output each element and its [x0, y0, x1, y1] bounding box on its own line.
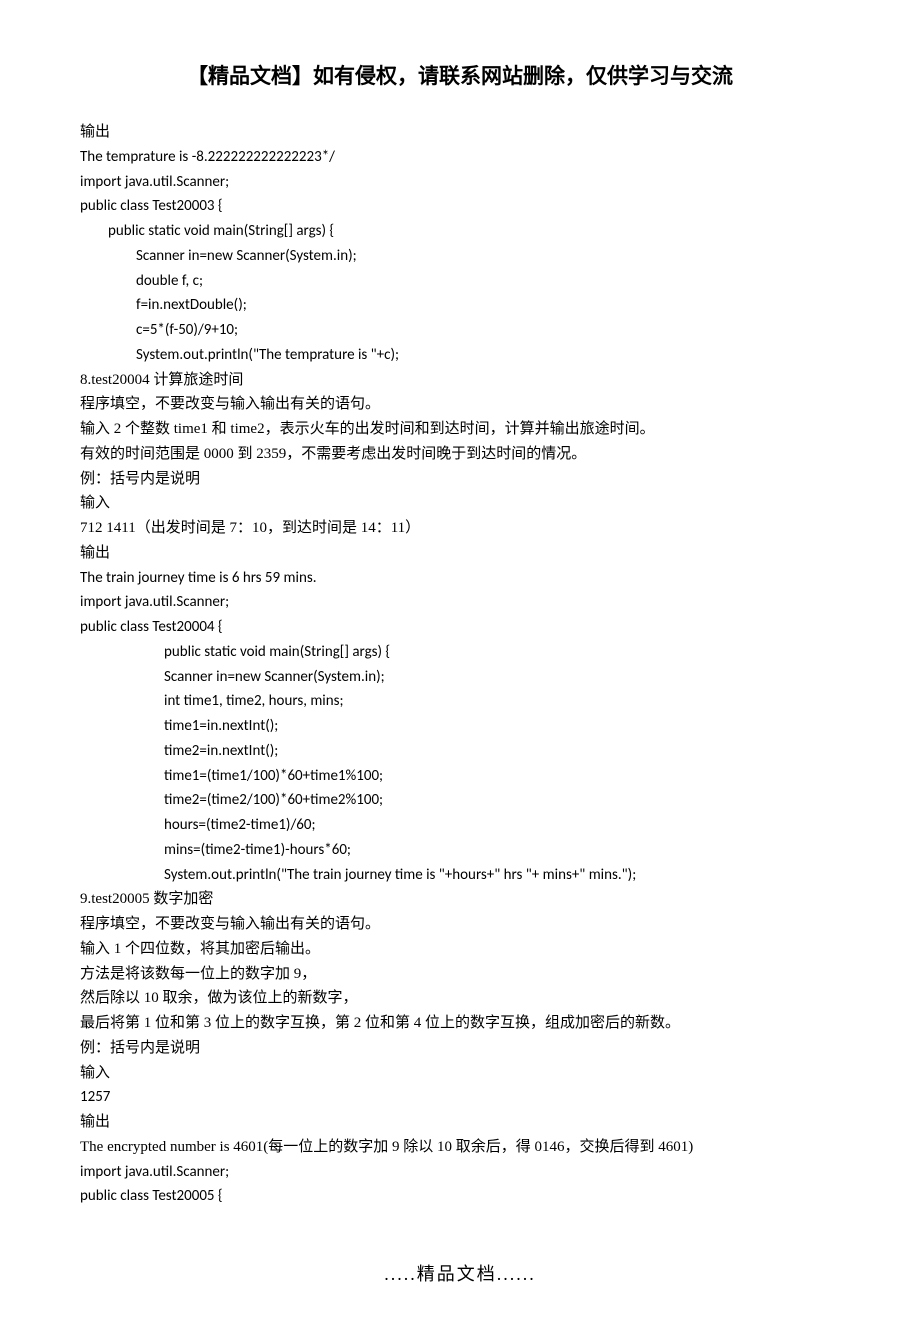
text-line: double f, c;: [80, 269, 840, 294]
text-line: 程序填空，不要改变与输入输出有关的语句。: [80, 912, 840, 937]
document-page: 【精品文档】如有侵权，请联系网站删除，仅供学习与交流 输出The temprat…: [0, 0, 920, 1326]
text-line: 9.test20005 数字加密: [80, 887, 840, 912]
text-line: 输出: [80, 1110, 840, 1135]
text-line: System.out.println("The train journey ti…: [80, 863, 840, 888]
text-line: 最后将第 1 位和第 3 位上的数字互换，第 2 位和第 4 位上的数字互换，组…: [80, 1011, 840, 1036]
document-content: 输出The temprature is -8.222222222222223*/…: [80, 120, 840, 1220]
text-line: 输入: [80, 1061, 840, 1086]
text-line: 1257: [80, 1085, 840, 1110]
text-line: int time1, time2, hours, mins;: [80, 689, 840, 714]
text-line: time2=in.nextInt();: [80, 739, 840, 764]
text-line: public class Test20003 {: [80, 194, 840, 219]
text-line: System.out.println("The temprature is "+…: [80, 343, 840, 368]
text-line: import java.util.Scanner;: [80, 170, 840, 195]
text-line: The temprature is -8.222222222222223*/: [80, 145, 840, 170]
text-line: time2=(time2/100)*60+time2%100;: [80, 788, 840, 813]
text-line: 输入 2 个整数 time1 和 time2，表示火车的出发时间和到达时间，计算…: [80, 417, 840, 442]
text-line: The train journey time is 6 hrs 59 mins.: [80, 566, 840, 591]
text-line: Scanner in=new Scanner(System.in);: [80, 244, 840, 269]
text-line: time1=in.nextInt();: [80, 714, 840, 739]
text-line: 方法是将该数每一位上的数字加 9，: [80, 962, 840, 987]
text-line: import java.util.Scanner;: [80, 1160, 840, 1185]
text-line: public static void main(String[] args) {: [80, 640, 840, 665]
text-line: time1=(time1/100)*60+time1%100;: [80, 764, 840, 789]
text-line: 输出: [80, 541, 840, 566]
page-header: 【精品文档】如有侵权，请联系网站删除，仅供学习与交流: [80, 60, 840, 90]
text-line: 输出: [80, 120, 840, 145]
text-line: public class Test20004 {: [80, 615, 840, 640]
text-line: import java.util.Scanner;: [80, 590, 840, 615]
text-line: 例：括号内是说明: [80, 467, 840, 492]
text-line: 然后除以 10 取余，做为该位上的新数字，: [80, 986, 840, 1011]
text-line: Scanner in=new Scanner(System.in);: [80, 665, 840, 690]
text-line: 8.test20004 计算旅途时间: [80, 368, 840, 393]
text-line: 输入 1 个四位数，将其加密后输出。: [80, 937, 840, 962]
text-line: 输入: [80, 491, 840, 516]
text-line: 712 1411（出发时间是 7：10，到达时间是 14：11）: [80, 516, 840, 541]
text-line: hours=(time2-time1)/60;: [80, 813, 840, 838]
text-line: 例：括号内是说明: [80, 1036, 840, 1061]
text-line: 程序填空，不要改变与输入输出有关的语句。: [80, 392, 840, 417]
text-line: f=in.nextDouble();: [80, 293, 840, 318]
text-line: 有效的时间范围是 0000 到 2359，不需要考虑出发时间晚于到达时间的情况。: [80, 442, 840, 467]
page-footer: .....精品文档......: [80, 1260, 840, 1286]
text-line: c=5*(f-50)/9+10;: [80, 318, 840, 343]
text-line: mins=(time2-time1)-hours*60;: [80, 838, 840, 863]
text-line: The encrypted number is 4601(每一位上的数字加 9 …: [80, 1135, 840, 1160]
text-line: public class Test20005 {: [80, 1184, 840, 1209]
text-line: public static void main(String[] args) {: [80, 219, 840, 244]
